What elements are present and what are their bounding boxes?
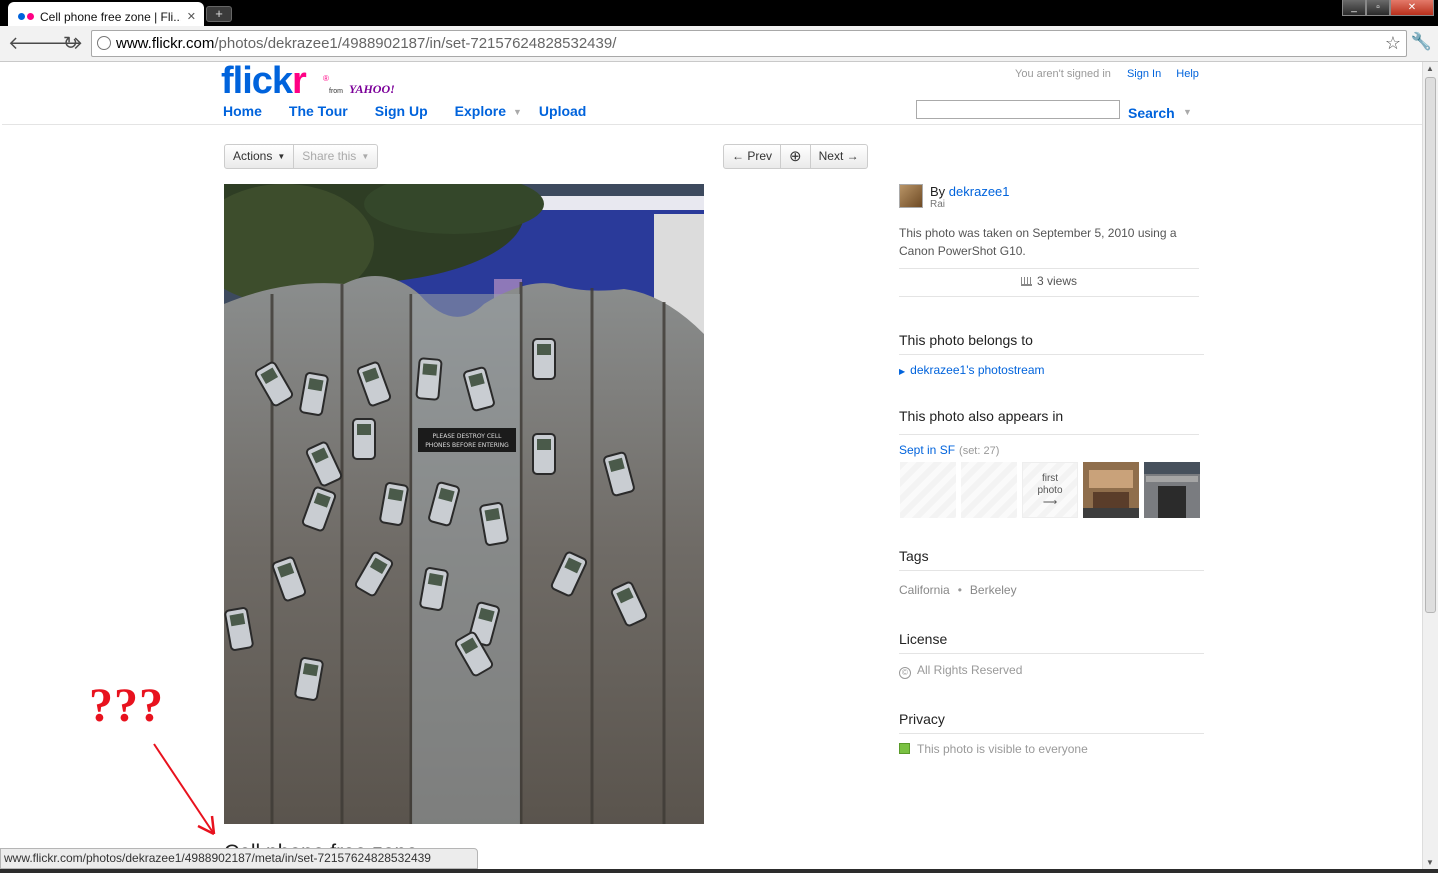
- gate-sign-line2: PHONES BEFORE ENTERING: [425, 442, 509, 449]
- set-thumb-photo[interactable]: [1083, 462, 1139, 518]
- sign-in-link[interactable]: Sign In: [1127, 68, 1161, 80]
- privacy-section: Privacy This photo is visible to everyon…: [899, 711, 1204, 756]
- belongs-heading: This photo belongs to: [899, 332, 1204, 355]
- status-bar-url: www.flickr.com/photos/dekrazee1/49889021…: [0, 848, 478, 869]
- gate-phone-screen: [357, 424, 371, 435]
- window-bottom-border: [0, 869, 1438, 873]
- owner-real-name: Rai: [930, 199, 946, 210]
- nav-explore[interactable]: Explore: [455, 103, 506, 119]
- tag-berkeley[interactable]: Berkeley: [970, 583, 1017, 597]
- window-controls: _ ▫ ✕: [1342, 0, 1434, 16]
- public-visibility-icon: [899, 743, 910, 754]
- set-thumb-empty: [900, 462, 956, 518]
- search-input[interactable]: [916, 100, 1120, 119]
- zoom-button[interactable]: ⊕: [781, 145, 811, 168]
- privacy-heading: Privacy: [899, 711, 1204, 734]
- appears-section: This photo also appears in Sept in SF (se…: [899, 408, 1204, 518]
- url-path: /photos/dekrazee1/4988902187/in/set-7215…: [214, 35, 617, 52]
- explore-dropdown-icon[interactable]: ▼: [513, 107, 522, 119]
- annotation-question-marks: ???: [89, 679, 164, 732]
- views-chart-icon: [1020, 277, 1032, 286]
- globe-icon: [97, 36, 111, 50]
- nav-upload[interactable]: Upload: [539, 103, 586, 119]
- nav-the-tour[interactable]: The Tour: [289, 103, 348, 119]
- yahoo-logo: YAHOO!: [349, 82, 395, 96]
- set-thumb-empty: [961, 462, 1017, 518]
- license-section: License © All Rights Reserved: [899, 631, 1204, 679]
- flickr-favicon-icon: [18, 13, 34, 20]
- belongs-section: This photo belongs to ▶ dekrazee1's photo…: [899, 332, 1204, 377]
- gate-sign-line1: PLEASE DESTROY CELL: [432, 433, 502, 440]
- expand-triangle-icon[interactable]: ▶: [899, 367, 905, 376]
- appears-heading: This photo also appears in: [899, 408, 1064, 424]
- by-prefix: By: [930, 184, 946, 199]
- set-thumbnails: first photo ⟶: [900, 462, 1204, 518]
- url-host: www.flickr.com: [116, 35, 215, 52]
- header-divider: [2, 124, 1422, 125]
- page-viewport: flickr ® from YAHOO! Home The Tour Sign …: [2, 62, 1422, 869]
- first-photo-marker[interactable]: first photo ⟶: [1022, 462, 1078, 518]
- photo-taken-info: This photo was taken on September 5, 201…: [899, 224, 1199, 269]
- share-this-button[interactable]: Share this ▼: [294, 145, 377, 168]
- browser-tab[interactable]: Cell phone free zone | Fli... ✕: [8, 2, 204, 26]
- tags-heading: Tags: [899, 548, 1204, 571]
- flickr-logo[interactable]: flickr: [221, 62, 307, 103]
- maximize-button[interactable]: ▫: [1366, 0, 1390, 16]
- nav-home[interactable]: Home: [223, 103, 262, 119]
- annotation-arrow-icon: [153, 743, 216, 836]
- tab-close-icon[interactable]: ✕: [187, 10, 196, 23]
- reload-icon[interactable]: ↻: [63, 33, 78, 53]
- help-link[interactable]: Help: [1176, 68, 1199, 80]
- gate-phone-screen: [422, 363, 438, 376]
- window-close-button[interactable]: ✕: [1390, 0, 1434, 16]
- license-heading: License: [899, 631, 1204, 654]
- minimize-button[interactable]: _: [1342, 0, 1366, 16]
- logo-registered-mark: ®: [323, 74, 329, 83]
- wrench-menu-icon[interactable]: 🔧: [1411, 32, 1432, 52]
- gate-phone-screen: [537, 344, 551, 355]
- tag-california[interactable]: California: [899, 583, 950, 597]
- zoom-icon: ⊕: [789, 148, 802, 165]
- bookmark-star-icon[interactable]: ☆: [1385, 31, 1401, 56]
- search-button[interactable]: Search: [1128, 105, 1175, 121]
- gate-phone-screen: [537, 439, 551, 450]
- set-link[interactable]: Sept in SF: [899, 443, 955, 457]
- search-dropdown-icon[interactable]: ▼: [1183, 107, 1192, 117]
- owner-link[interactable]: dekrazee1: [949, 184, 1010, 199]
- main-nav: Home The Tour Sign Up Explore ▼ Upload: [223, 103, 613, 119]
- tags-section: Tags California • Berkeley: [899, 548, 1204, 597]
- window-titlebar: Cell phone free zone | Fli... ✕ + _ ▫ ✕: [0, 0, 1438, 26]
- address-bar[interactable]: www.flickr.com/photos/dekrazee1/49889021…: [91, 30, 1407, 57]
- photo-actions-group: Actions ▼ Share this ▼: [224, 144, 379, 169]
- prev-button[interactable]: ← Prev: [724, 145, 782, 168]
- scroll-down-icon[interactable]: ▼: [1426, 858, 1434, 867]
- copyright-icon: ©: [899, 667, 911, 679]
- browser-toolbar: 🡐 🡒 ↻ www.flickr.com/photos/dekrazee1/49…: [0, 26, 1438, 62]
- account-links: You aren't signed in Sign In Help: [1015, 68, 1211, 80]
- actions-button[interactable]: Actions ▼: [225, 145, 295, 168]
- set-count: (set: 27): [959, 445, 1000, 457]
- scrollbar-thumb[interactable]: [1425, 77, 1436, 613]
- tab-title: Cell phone free zone | Fli...: [40, 9, 181, 24]
- vertical-scrollbar[interactable]: ▲ ▼: [1422, 62, 1438, 873]
- avatar[interactable]: [899, 184, 923, 208]
- photostream-link[interactable]: dekrazee1's photostream: [910, 363, 1044, 377]
- nav-sign-up[interactable]: Sign Up: [375, 103, 428, 119]
- main-photo[interactable]: PLEASE DESTROY CELL PHONES BEFORE ENTERI…: [224, 184, 704, 824]
- photo-nav-group: ← Prev ⊕ Next →: [723, 144, 868, 169]
- privacy-text: This photo is visible to everyone: [917, 742, 1088, 756]
- next-button[interactable]: Next →: [811, 145, 867, 168]
- not-signed-in-text: You aren't signed in: [1015, 68, 1111, 80]
- scroll-up-icon[interactable]: ▲: [1426, 64, 1434, 73]
- license-text[interactable]: All Rights Reserved: [917, 663, 1022, 677]
- set-thumb-photo[interactable]: [1144, 462, 1200, 518]
- logo-from-text: from: [329, 88, 343, 95]
- owner-byline: By dekrazee1 Rai: [899, 184, 1204, 210]
- views-count: 3 views: [899, 274, 1199, 297]
- new-tab-button[interactable]: +: [206, 6, 232, 22]
